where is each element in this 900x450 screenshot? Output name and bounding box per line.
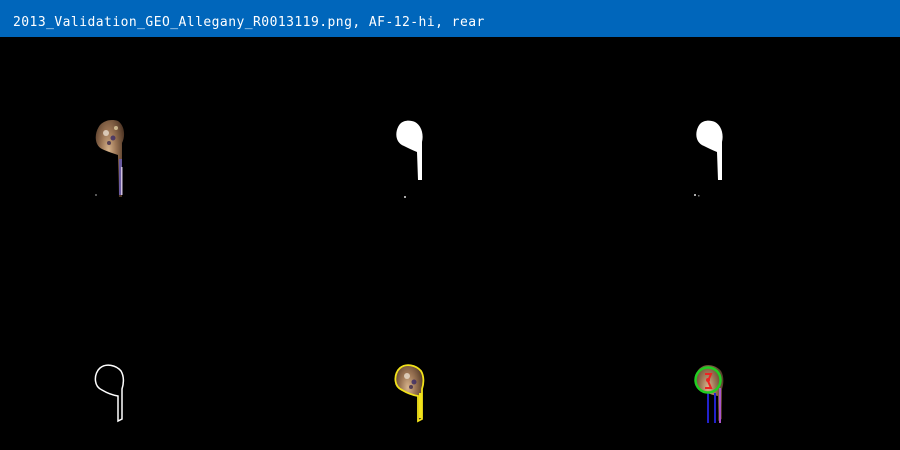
contour-overlay-icon (394, 364, 425, 423)
panel-mask-cleaned (600, 37, 900, 243)
panel-contour-overlay (300, 243, 600, 449)
image-viewer-window: 2013_Validation_GEO_Allegany_R0013119.pn… (0, 0, 900, 450)
image-canvas (0, 37, 900, 450)
measurement-overlay-icon (694, 365, 724, 423)
panel-measurement (600, 243, 900, 449)
panel-original (0, 37, 300, 243)
binary-mask-icon (694, 120, 723, 197)
tuber-photo-icon (95, 120, 125, 197)
binary-mask-icon (396, 120, 423, 198)
window-titlebar[interactable]: 2013_Validation_GEO_Allegany_R0013119.pn… (0, 0, 900, 37)
panel-outline (0, 243, 300, 449)
window-title: 2013_Validation_GEO_Allegany_R0013119.pn… (13, 15, 485, 30)
outline-icon (94, 364, 125, 423)
panel-mask (300, 37, 600, 243)
